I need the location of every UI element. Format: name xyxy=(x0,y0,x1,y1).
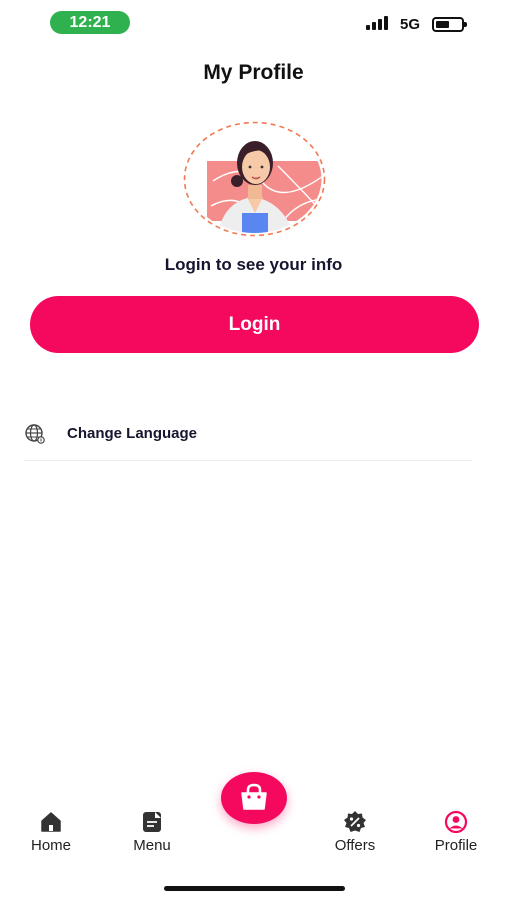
cellular-signal-icon xyxy=(366,16,392,30)
nav-home[interactable]: Home xyxy=(11,810,91,860)
login-button[interactable]: Login xyxy=(30,296,479,353)
offers-icon xyxy=(344,811,366,832)
battery-icon xyxy=(432,17,467,32)
globe-icon xyxy=(25,424,45,444)
nav-home-label: Home xyxy=(30,837,71,854)
change-language-row[interactable]: Change Language xyxy=(24,414,472,461)
bottom-nav: Home Menu Offers Profile xyxy=(0,800,507,865)
change-language-label: Change Language xyxy=(67,425,198,442)
page-title: My Profile xyxy=(203,61,304,84)
profile-icon xyxy=(444,810,468,834)
nav-menu[interactable]: Menu xyxy=(112,810,192,860)
network-type: 5G xyxy=(400,16,421,33)
nav-profile[interactable]: Profile xyxy=(416,810,496,860)
home-icon xyxy=(41,812,61,832)
nav-offers-label: Offers xyxy=(334,837,376,854)
nav-profile-label: Profile xyxy=(434,837,478,854)
nav-menu-label: Menu xyxy=(133,837,171,854)
status-time: 12:21 xyxy=(50,11,130,34)
home-indicator xyxy=(164,886,345,891)
login-prompt-text: Login to see your info xyxy=(164,255,343,274)
menu-icon xyxy=(143,812,161,832)
status-bar: 12:21 5G xyxy=(0,0,507,46)
avatar xyxy=(183,121,326,237)
nav-offers[interactable]: Offers xyxy=(315,810,395,860)
